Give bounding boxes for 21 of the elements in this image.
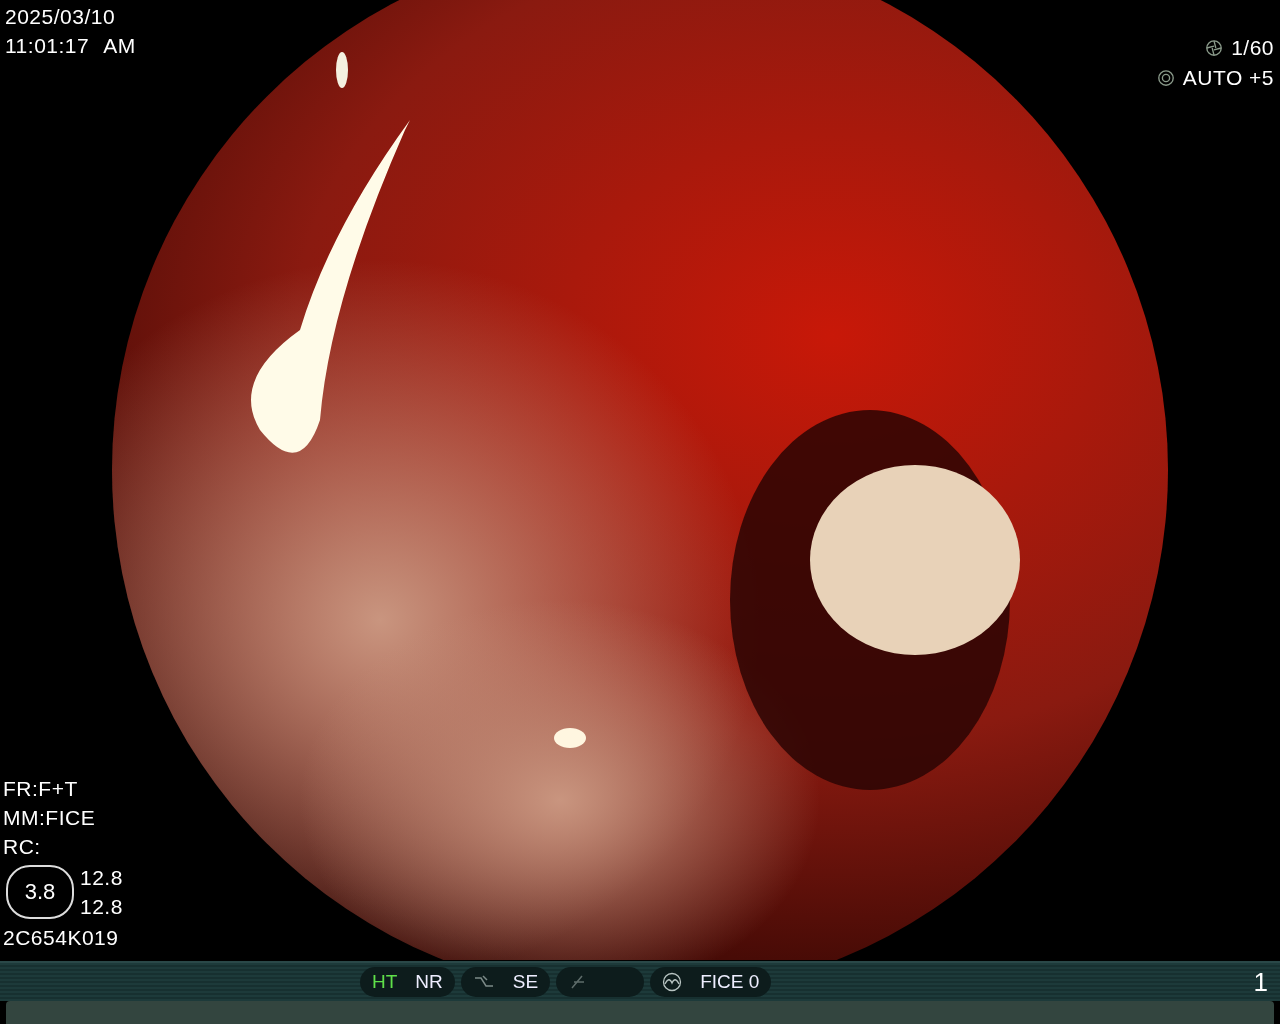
wave-icon: [662, 972, 683, 992]
info-text: MM:FICE: [3, 805, 97, 831]
time: 11:01:17: [5, 33, 90, 59]
page-number: 1: [1253, 966, 1268, 998]
gauge-reading: 12.8: [80, 865, 123, 891]
camera-setting: 1/60: [1231, 35, 1274, 61]
status-label: NR: [415, 971, 443, 993]
gauge-reading: 12.8: [80, 894, 123, 920]
shutter-icon: [1205, 38, 1224, 57]
info-text: FR:F+T: [3, 776, 79, 802]
status-label: HT: [372, 971, 398, 993]
status-label: FICE 0: [700, 971, 760, 993]
curve-icon: [472, 974, 495, 990]
date: 2025/03/10: [5, 4, 117, 30]
status-label: SE: [512, 971, 539, 993]
info-text: RC:: [3, 834, 42, 860]
gauge-value: 3.8: [6, 865, 74, 919]
serial-number: 2C654K019: [3, 925, 120, 951]
camera-setting: AUTO +5: [1182, 65, 1274, 91]
meridiem: AM: [103, 33, 136, 59]
aperture-icon: [1156, 68, 1175, 87]
